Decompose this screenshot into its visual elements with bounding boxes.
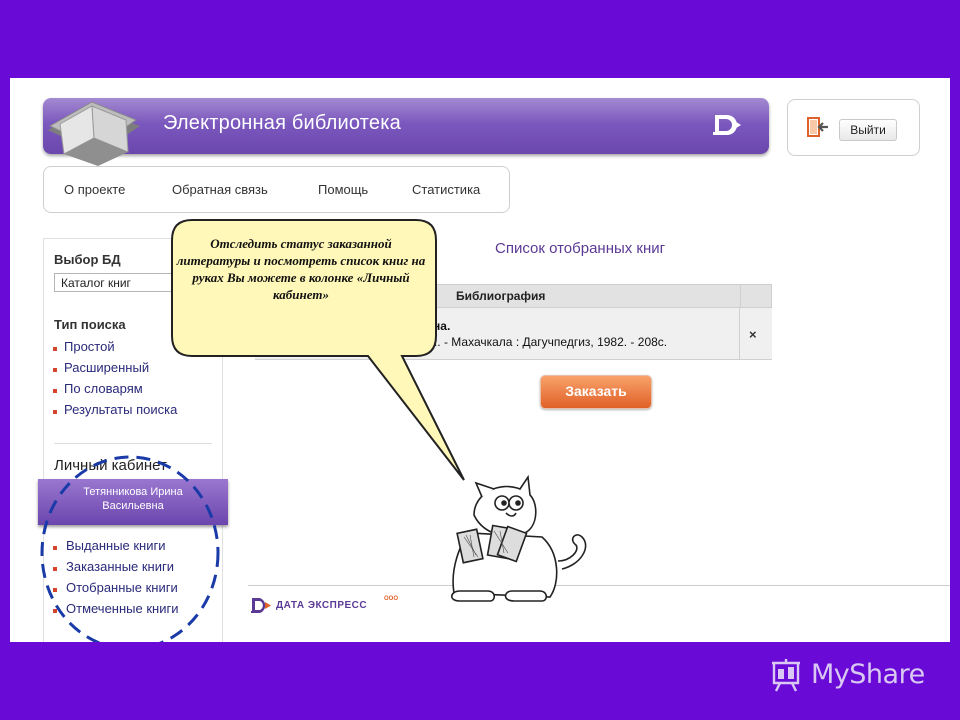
presentation-board-icon	[772, 659, 800, 692]
watermark-text: MyShare	[811, 659, 925, 690]
bullet-icon	[53, 368, 57, 372]
remove-icon[interactable]: ×	[749, 327, 757, 342]
column-divider	[739, 308, 740, 360]
search-simple-link[interactable]: Простой	[64, 339, 115, 354]
app-title: Электронная библиотека	[163, 112, 401, 134]
callout-text: Отследить статус заказанной литературы и…	[176, 236, 426, 302]
order-button[interactable]: Заказать	[540, 375, 652, 409]
list-title: Список отобранных книг	[495, 240, 666, 257]
logout-icon[interactable]	[807, 117, 829, 137]
nav-help[interactable]: Помощь	[318, 182, 368, 197]
data-express-logo-icon	[251, 598, 271, 613]
logout-button[interactable]: Выйти	[839, 119, 897, 141]
logout-panel: Выйти	[787, 99, 920, 156]
bullet-icon	[53, 410, 57, 414]
bullet-icon	[53, 389, 57, 393]
nav-feedback[interactable]: Обратная связь	[172, 182, 268, 197]
myshare-watermark: MyShare	[766, 655, 946, 695]
brand-logo-icon	[713, 115, 741, 135]
db-heading: Выбор БД	[54, 252, 121, 267]
nav-statistics[interactable]: Статистика	[412, 182, 480, 197]
app-screen: Электронная библиотека Выйти О проекте О…	[10, 78, 950, 642]
nav-about[interactable]: О проекте	[64, 182, 125, 197]
column-divider	[740, 285, 741, 307]
header-bar: Электронная библиотека	[43, 98, 769, 154]
search-dictionary-link[interactable]: По словарям	[64, 381, 143, 396]
search-advanced-link[interactable]: Расширенный	[64, 360, 149, 375]
footer-logo-text: ДАТА ЭКСПРЕСС	[276, 600, 368, 611]
search-type-heading: Тип поиска	[54, 317, 126, 332]
bullet-icon	[53, 347, 57, 351]
search-results-link[interactable]: Результаты поиска	[64, 402, 177, 417]
book-logo-icon	[48, 101, 140, 166]
top-nav: О проекте Обратная связь Помощь Статисти…	[43, 166, 510, 213]
footer-logo: ДАТА ЭКСПРЕСС ООО	[250, 596, 400, 616]
